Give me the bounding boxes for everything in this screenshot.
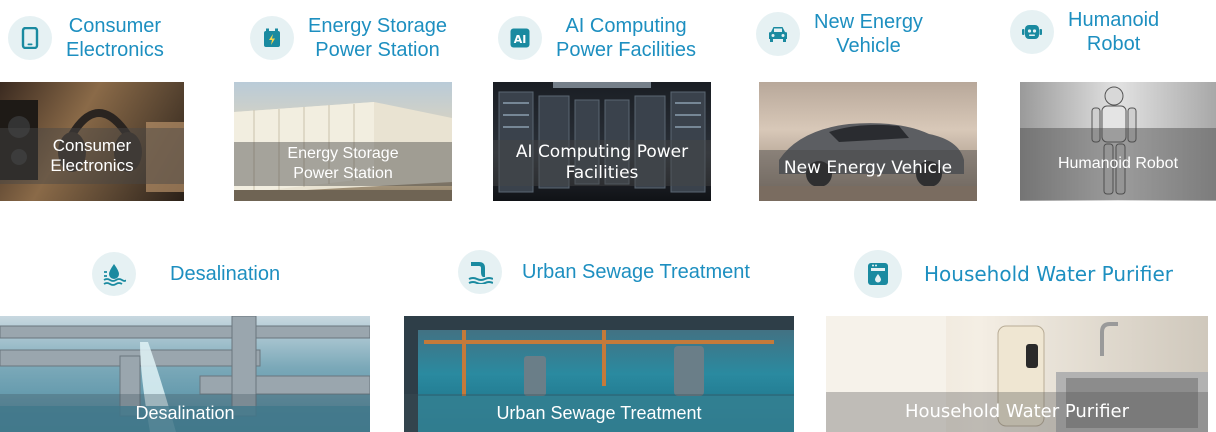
category-label: Humanoid Robot [1068,9,1160,55]
category-label: New Energy Vehicle [814,11,923,57]
category-urban-sewage[interactable]: Urban Sewage Treatment [458,250,750,294]
sewage-pipe-icon [458,250,502,294]
photo-caption: Consumer Electronics [0,128,184,184]
svg-text:AI: AI [514,33,527,46]
car-icon [756,12,800,56]
photo-energy-storage: Energy Storage Power Station [234,82,452,201]
category-label: Urban Sewage Treatment [522,261,750,283]
robot-icon [1010,10,1054,54]
category-humanoid-robot[interactable]: Humanoid Robot [1010,8,1159,56]
tablet-icon [8,16,52,60]
category-ai-computing[interactable]: AI AI Computing Power Facilities [498,14,696,62]
category-household-water-purifier[interactable]: Household Water Purifier [854,250,1173,298]
photo-consumer-electronics: Consumer Electronics [0,82,184,201]
photo-urban-sewage: Urban Sewage Treatment [404,316,794,432]
photo-household-purifier: Household Water Purifier [826,316,1208,432]
photo-ai-computing: AI Computing Power Facilities [493,82,711,201]
category-new-energy-vehicle[interactable]: New Energy Vehicle [756,10,923,58]
category-consumer-electronics[interactable]: Consumer Electronics [8,14,164,62]
category-desalination[interactable]: Desalination [92,252,280,296]
photo-caption: AI Computing Power Facilities [493,140,711,186]
category-label: AI Computing Power Facilities [556,15,697,61]
category-label: Desalination [170,263,281,285]
ai-chip-icon: AI [498,16,542,60]
photo-caption: New Energy Vehicle [759,150,977,186]
photo-caption: Energy Storage Power Station [234,142,452,186]
photo-caption: Urban Sewage Treatment [404,394,794,432]
water-purifier-icon [854,250,902,298]
photo-humanoid-robot: Humanoid Robot [1020,82,1216,201]
photo-new-energy-vehicle: New Energy Vehicle [759,82,977,201]
photo-caption: Humanoid Robot [1020,128,1216,200]
photo-desalination: Desalination [0,316,370,432]
category-label: Consumer Electronics [66,15,164,61]
water-drop-waves-icon [92,252,136,296]
category-energy-storage[interactable]: Energy Storage Power Station [250,14,447,62]
category-label: Household Water Purifier [924,262,1173,286]
photo-caption: Desalination [0,394,370,432]
battery-icon [250,16,294,60]
category-label: Energy Storage Power Station [308,15,447,61]
photo-caption: Household Water Purifier [826,392,1208,432]
